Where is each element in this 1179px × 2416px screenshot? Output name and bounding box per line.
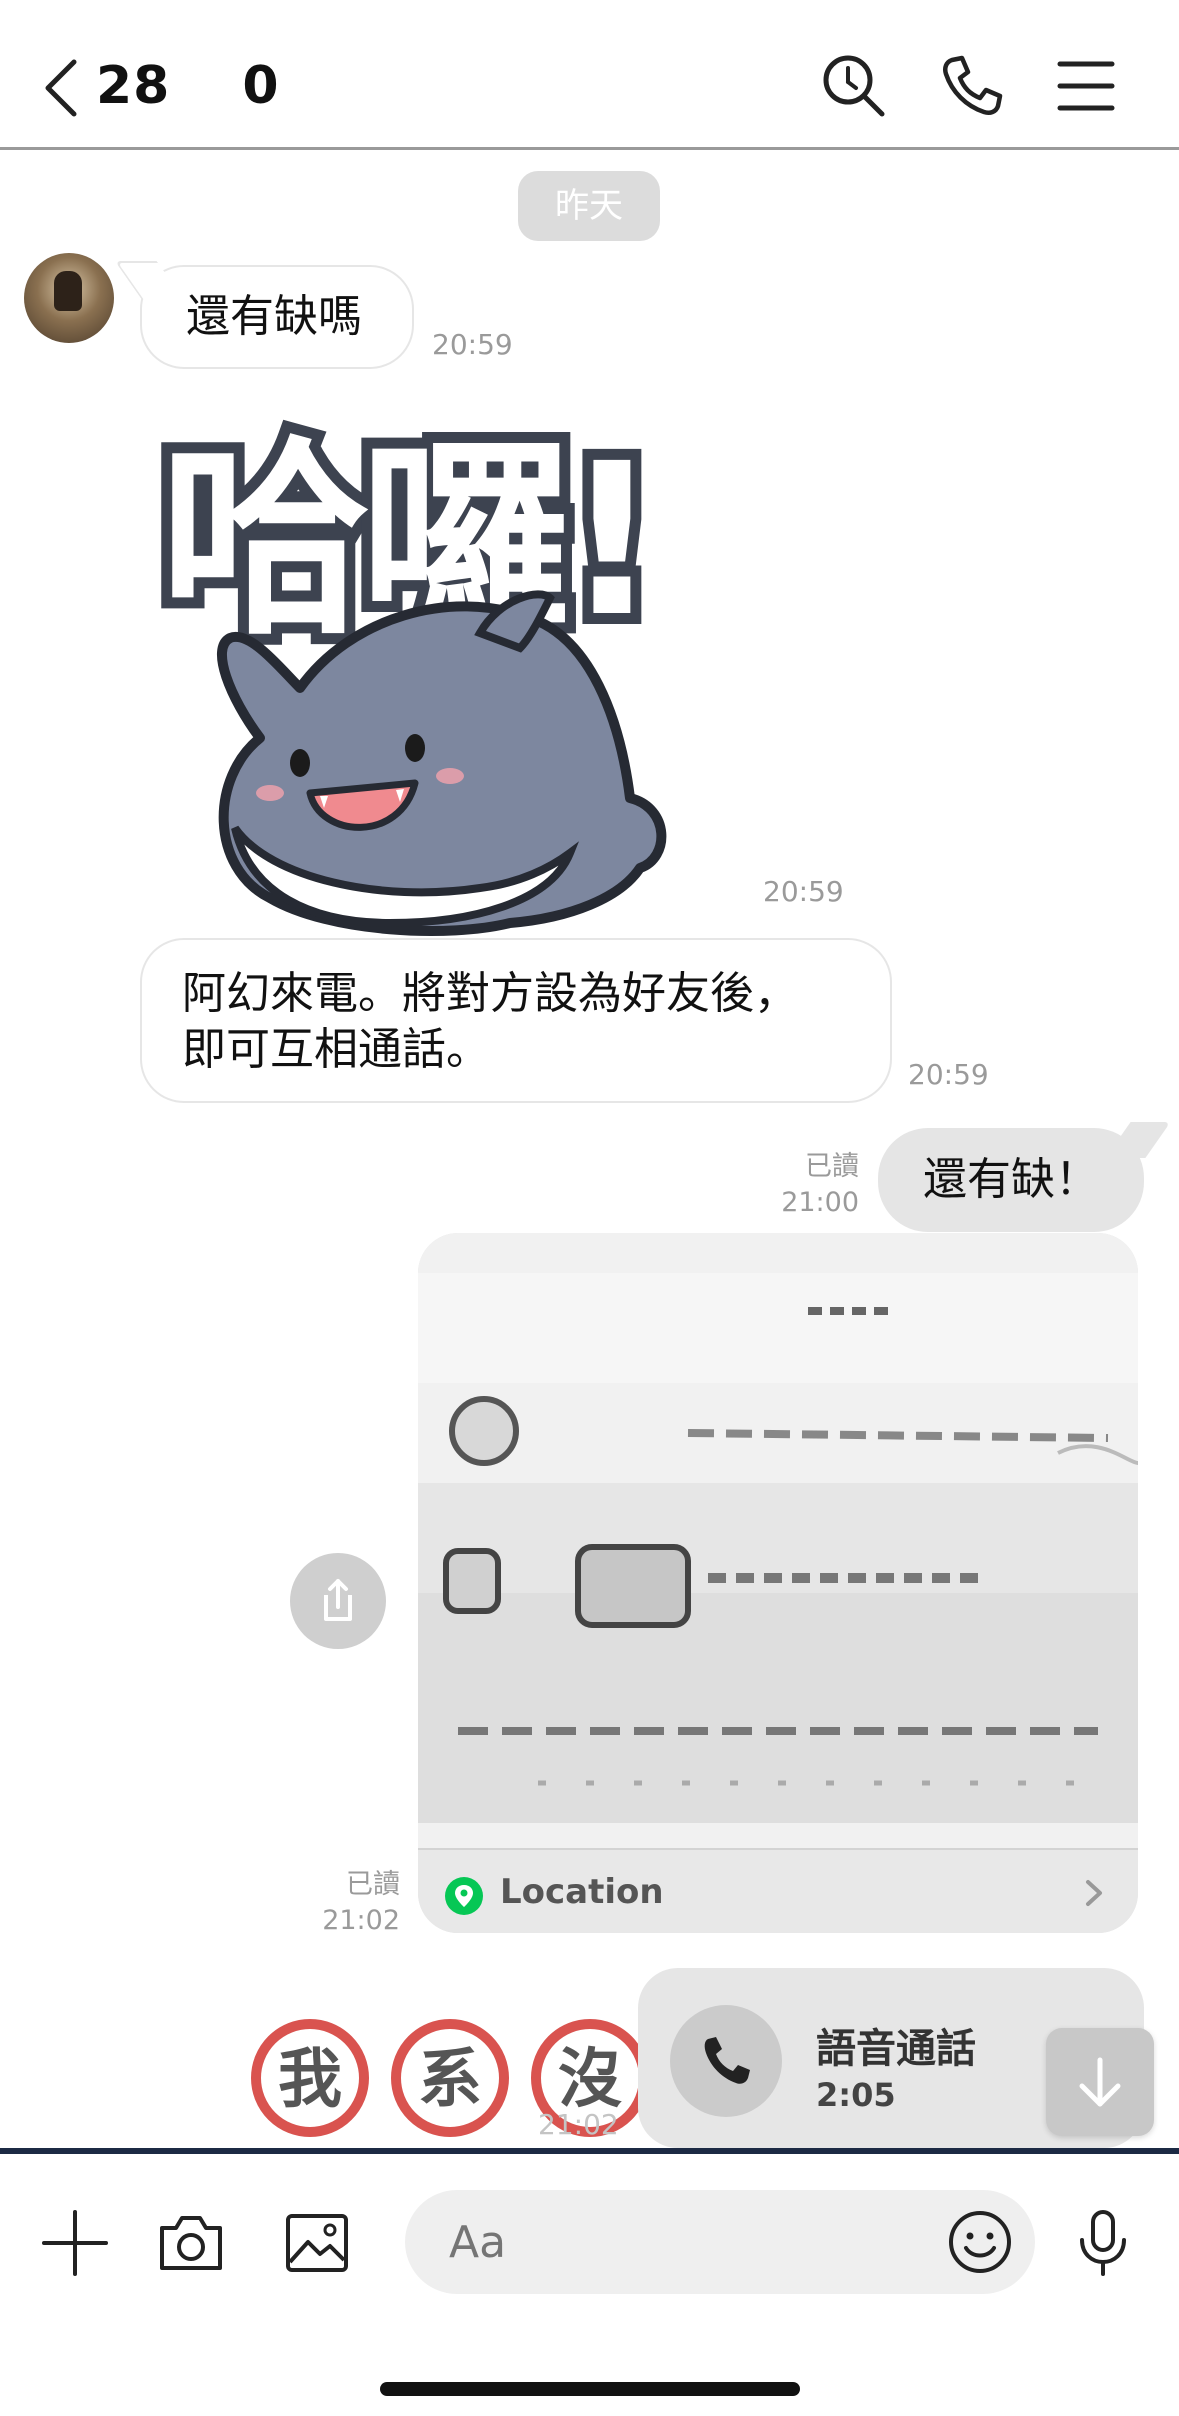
camera-icon[interactable] xyxy=(154,2206,228,2280)
emoji-icon[interactable] xyxy=(946,2208,1014,2276)
plus-icon[interactable] xyxy=(38,2206,112,2280)
mic-icon[interactable] xyxy=(1066,2206,1140,2280)
location-footer[interactable]: Location xyxy=(418,1848,1138,1933)
read-label: 已讀 xyxy=(346,1869,400,1900)
home-indicator[interactable] xyxy=(380,2382,800,2396)
menu-icon[interactable] xyxy=(1052,52,1120,120)
location-card[interactable]: Location xyxy=(418,1233,1138,1933)
call-notice-message[interactable]: 阿幻來電。將對方設為好友後， 即可互相通話。 xyxy=(140,938,892,1103)
chat-title-part2: 0 xyxy=(242,56,280,116)
phone-icon[interactable] xyxy=(938,52,1006,120)
date-separator: 昨天 xyxy=(518,171,660,241)
share-button[interactable] xyxy=(290,1553,386,1649)
call-duration: 2:05 xyxy=(816,2076,896,2114)
chat-area[interactable]: 昨天 還有缺嗎 20:59 哈囉! 20:59 阿幻來電。將對方設為好友後， 即… xyxy=(0,153,1179,2148)
chat-title-part1: 28 xyxy=(96,56,171,116)
location-label: Location xyxy=(500,1872,664,1912)
back-icon[interactable] xyxy=(40,58,80,118)
input-bar xyxy=(0,2148,1179,2416)
call-notice-line2: 即可互相通話。 xyxy=(182,1024,490,1075)
read-label: 已讀 xyxy=(805,1151,859,1182)
message-time: 20:59 xyxy=(763,875,844,908)
map-preview-image xyxy=(418,1233,1138,1848)
message-time: 21:00 xyxy=(781,1187,859,1218)
message-time: 20:59 xyxy=(432,328,513,361)
message-time: 20:59 xyxy=(908,1058,989,1091)
image-icon[interactable] xyxy=(280,2206,354,2280)
stamp-char-3: 沒 xyxy=(558,2043,622,2117)
incoming-message[interactable]: 還有缺嗎 xyxy=(140,265,414,369)
pin-icon xyxy=(445,1877,483,1915)
share-icon xyxy=(324,1579,352,1621)
chat-header: 28 0 xyxy=(0,0,1179,150)
chevron-right-icon xyxy=(1086,1880,1102,1906)
call-notice-line1: 阿幻來電。將對方設為好友後， xyxy=(182,968,798,1019)
arrow-down-icon xyxy=(1079,2057,1121,2107)
read-receipt: 已讀 21:00 xyxy=(755,1149,859,1221)
chat-title[interactable]: 28 0 xyxy=(96,56,280,116)
stamp-char-1: 我 xyxy=(278,2043,342,2117)
outgoing-message[interactable]: 還有缺！ xyxy=(878,1128,1144,1232)
message-time: 21:02 xyxy=(322,1905,400,1936)
avatar[interactable] xyxy=(24,253,114,343)
message-time: 21:02 xyxy=(538,2108,619,2141)
phone-icon xyxy=(704,2037,750,2084)
read-receipt: 已讀 21:02 xyxy=(300,1867,400,1939)
call-button[interactable] xyxy=(670,2005,782,2117)
scroll-to-bottom-button[interactable] xyxy=(1046,2028,1154,2136)
stamp-char-2: 系 xyxy=(418,2043,482,2117)
call-title: 語音通話 xyxy=(816,2026,976,2072)
message-input[interactable] xyxy=(405,2190,1035,2294)
search-icon[interactable] xyxy=(820,52,888,120)
